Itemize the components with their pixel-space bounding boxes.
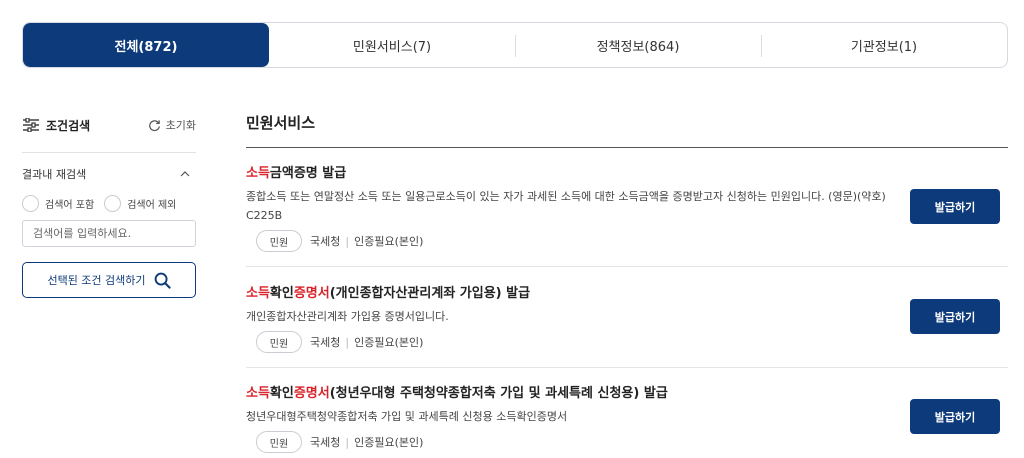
- tab-policy-info[interactable]: 정책정보(864): [515, 23, 761, 67]
- list-item: 소득금액증명 발급 종합소득 또는 연말정산 소득 또는 일용근로소득이 있는 …: [246, 148, 1008, 267]
- radio-include[interactable]: 검색어 포함: [22, 195, 94, 212]
- item-meta: 민원 국세청 | 인증필요(본인): [246, 230, 1008, 252]
- item-title[interactable]: 소득확인증명서(개인종합자산관리계좌 가입용) 발급: [246, 282, 1008, 301]
- radio-circle-icon: [22, 195, 39, 212]
- tab-civil-service[interactable]: 민원서비스(7): [269, 23, 515, 67]
- agency-name: 국세청: [310, 436, 341, 449]
- separator: |: [345, 234, 350, 248]
- category-badge: 민원: [256, 431, 302, 453]
- tab-all[interactable]: 전체(872): [23, 23, 269, 67]
- item-description: 개인종합자산관리계좌 가입용 증명서입니다.: [246, 310, 449, 323]
- condition-search-title: 조건검색: [46, 118, 91, 133]
- list-item: 소득확인증명서(청년우대형 주택청약종합저축 가입 및 과세특례 신청용) 발급…: [246, 368, 1008, 458]
- list-item: 소득확인증명서(개인종합자산관리계좌 가입용) 발급 개인종합자산관리계좌 가입…: [246, 267, 1008, 368]
- category-badge: 민원: [256, 331, 302, 353]
- radio-exclude[interactable]: 검색어 제외: [104, 195, 176, 212]
- reset-button[interactable]: 초기화: [148, 117, 196, 133]
- category-tabs: 전체(872) 민원서비스(7) 정책정보(864) 기관정보(1): [22, 22, 1008, 68]
- auth-requirement: 인증필요(본인): [354, 235, 424, 248]
- category-badge: 민원: [256, 230, 302, 252]
- tab-agency-info[interactable]: 기관정보(1): [761, 23, 1007, 67]
- separator: |: [345, 435, 350, 449]
- agency-name: 국세청: [310, 336, 341, 349]
- search-selected-conditions-button[interactable]: 선택된 조건 검색하기: [22, 262, 196, 298]
- item-title[interactable]: 소득금액증명 발급: [246, 162, 1008, 181]
- title-text: 확인: [269, 386, 294, 401]
- separator: |: [345, 335, 350, 349]
- condition-search-heading: 조건검색: [22, 117, 90, 134]
- search-button-label: 선택된 조건 검색하기: [47, 274, 146, 287]
- radio-circle-icon: [104, 195, 122, 212]
- item-meta: 민원 국세청 | 인증필요(본인): [246, 431, 1008, 453]
- auth-requirement: 인증필요(본인): [354, 336, 424, 349]
- item-description: 청년우대형주택청약종합저축 가입 및 과세특례 신청용 소득확인증명서: [246, 410, 568, 423]
- subsearch-label: 결과내 재검색: [22, 168, 87, 181]
- auth-requirement: 인증필요(본인): [354, 436, 424, 449]
- issue-button[interactable]: 발급하기: [910, 399, 1000, 434]
- radio-include-label: 검색어 포함: [45, 200, 95, 211]
- title-text: (청년우대형 주택청약종합저축 가입 및 과세특례 신청용) 발급: [329, 386, 668, 401]
- title-highlight: 소득: [246, 166, 270, 181]
- item-description: 종합소득 또는 연말정산 소득 또는 일용근로소득이 있는 자가 과세된 소득에…: [246, 190, 886, 222]
- search-icon: [154, 272, 171, 289]
- issue-button[interactable]: 발급하기: [910, 299, 1000, 334]
- title-highlight: 증명서: [293, 286, 330, 301]
- divider: [22, 152, 196, 153]
- section-title: 민원서비스: [246, 114, 316, 132]
- title-highlight: 소득: [246, 286, 270, 301]
- title-text: (개인종합자산관리계좌 가입용) 발급: [329, 286, 531, 301]
- issue-button[interactable]: 발급하기: [910, 189, 1000, 224]
- title-text: 확인: [269, 286, 294, 301]
- item-title[interactable]: 소득확인증명서(청년우대형 주택청약종합저축 가입 및 과세특례 신청용) 발급: [246, 382, 1008, 401]
- title-highlight: 증명서: [293, 386, 330, 401]
- refresh-icon: [148, 119, 160, 131]
- agency-name: 국세청: [310, 235, 341, 248]
- item-meta: 민원 국세청 | 인증필요(본인): [246, 331, 1008, 353]
- title-highlight: 소득: [246, 386, 270, 401]
- title-text: 금액증명 발급: [269, 166, 347, 181]
- results-section: 민원서비스 소득금액증명 발급 종합소득 또는 연말정산 소득 또는 일용근로소…: [246, 112, 1008, 458]
- chevron-up-icon: [180, 171, 190, 177]
- filter-sliders-icon: [23, 118, 39, 132]
- keyword-input[interactable]: [22, 220, 196, 247]
- subsearch-toggle[interactable]: 결과내 재검색: [22, 167, 196, 181]
- condition-search-sidebar: 조건검색 초기화 결과내 재검색 검색어 포함 검색어 제외 선택된 조건 검색…: [22, 112, 196, 298]
- reset-label: 초기화: [165, 119, 196, 132]
- radio-exclude-label: 검색어 제외: [127, 200, 177, 211]
